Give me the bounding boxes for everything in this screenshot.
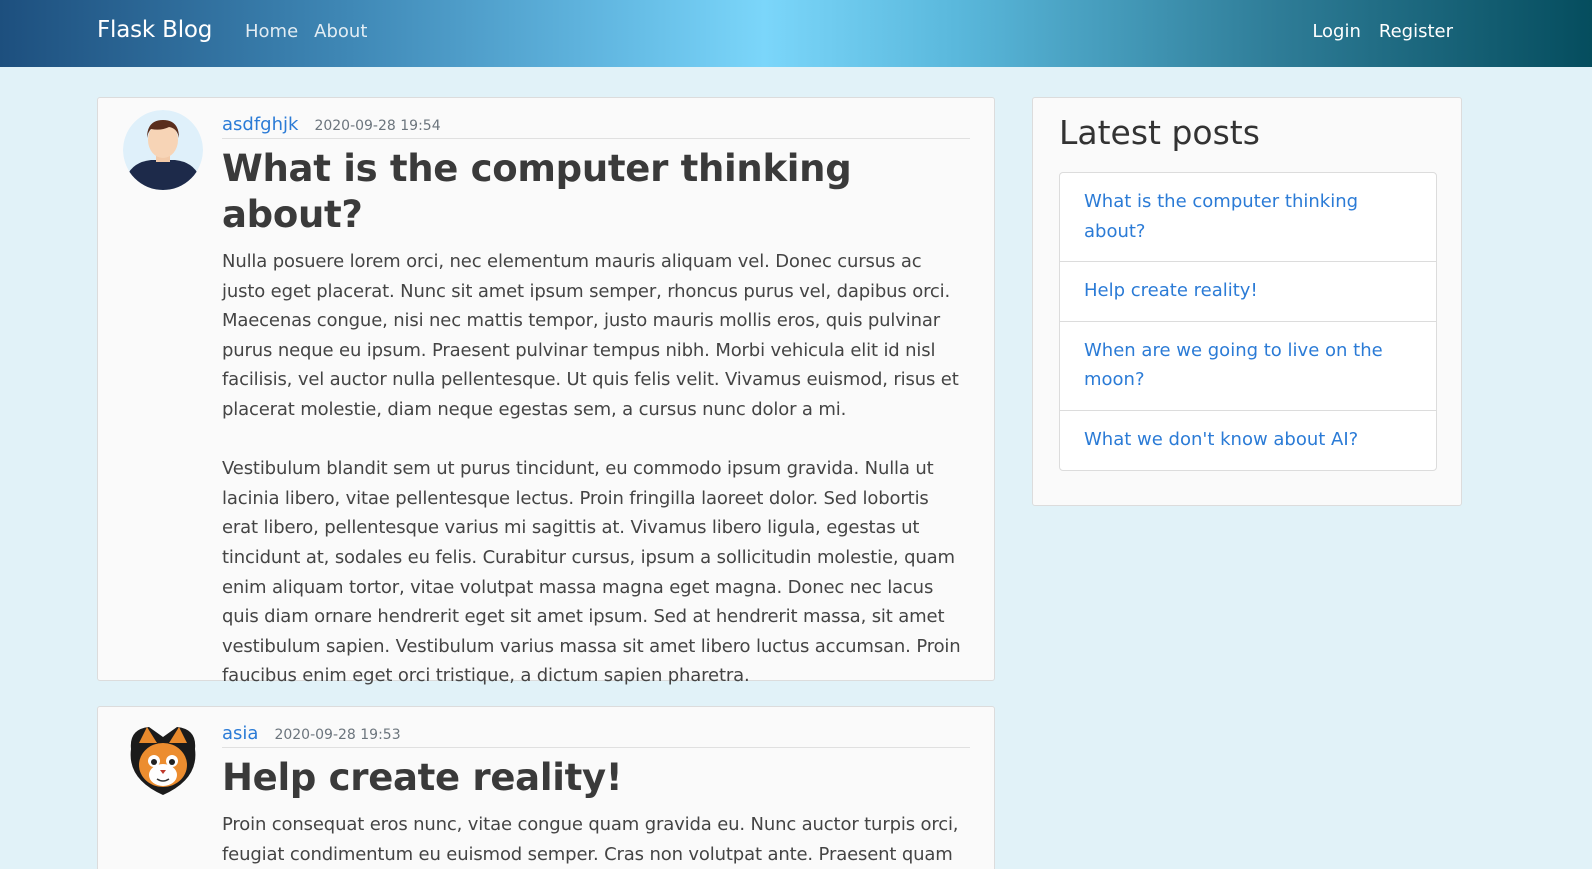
post-date: 2020-09-28 19:54 — [314, 118, 441, 134]
post-date: 2020-09-28 19:53 — [274, 727, 401, 743]
sidebar: Latest posts What is the computer thinki… — [1032, 97, 1462, 506]
post-content: Nulla posuere lorem orci, nec elementum … — [222, 251, 961, 687]
nav-login-link[interactable]: Login — [1312, 21, 1361, 42]
nav-register-link[interactable]: Register — [1379, 21, 1453, 42]
nav-left: Home About — [245, 21, 367, 42]
sidebar-title: Latest posts — [1059, 113, 1260, 152]
latest-post-link[interactable]: What is the computer thinking about? — [1060, 173, 1436, 261]
post-body: asdfghjk 2020-09-28 19:54 What is the co… — [222, 114, 970, 691]
nav-right: Login Register — [1312, 21, 1453, 42]
latest-post-link[interactable]: Help create reality! — [1060, 261, 1436, 321]
post-title[interactable]: Help create reality! — [222, 755, 970, 801]
nav-home-link[interactable]: Home — [245, 21, 298, 42]
post-title[interactable]: What is the computer thinking about? — [222, 146, 970, 238]
author-link[interactable]: asdfghjk — [222, 114, 298, 135]
latest-post-link[interactable]: When are we going to live on the moon? — [1060, 320, 1436, 410]
post-card: asia 2020-09-28 19:53 Help create realit… — [97, 706, 995, 869]
post-content: Proin consequat eros nunc, vitae congue … — [222, 814, 959, 865]
post-body: asia 2020-09-28 19:53 Help create realit… — [222, 723, 970, 869]
latest-post-link[interactable]: What we don't know about AI? — [1060, 409, 1436, 470]
latest-posts-list: What is the computer thinking about? Hel… — [1059, 172, 1437, 471]
nav-about-link[interactable]: About — [314, 21, 367, 42]
author-avatar — [123, 719, 203, 799]
post-card: asdfghjk 2020-09-28 19:54 What is the co… — [97, 97, 995, 686]
navbar: Flask Blog Home About Login Register — [0, 0, 1592, 67]
brand-link[interactable]: Flask Blog — [97, 17, 212, 43]
author-avatar — [123, 110, 203, 190]
post-meta: asia 2020-09-28 19:53 — [222, 723, 970, 748]
author-link[interactable]: asia — [222, 723, 258, 744]
post-meta: asdfghjk 2020-09-28 19:54 — [222, 114, 970, 139]
